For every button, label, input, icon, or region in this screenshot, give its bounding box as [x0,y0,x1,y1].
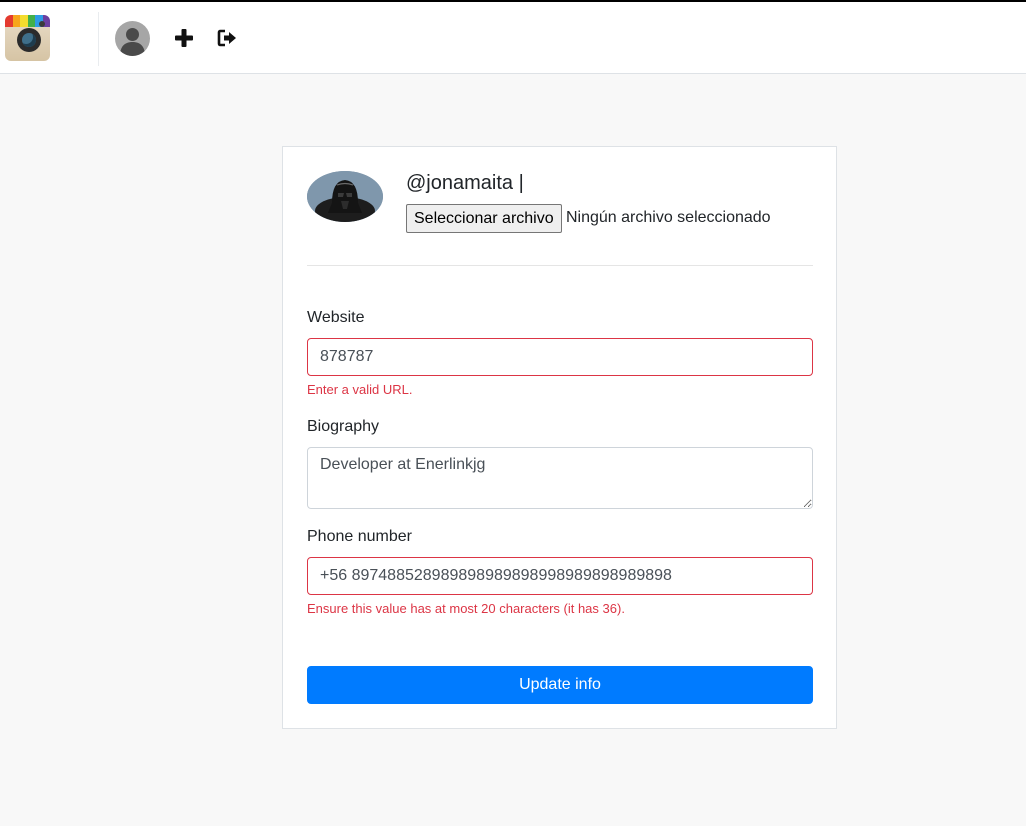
biography-label: Biography [307,418,380,435]
navbar-divider [98,12,99,66]
choose-file-button[interactable]: Seleccionar archivo [406,204,562,233]
instagram-camera-logo-icon[interactable] [5,15,50,61]
top-navbar [0,0,1026,74]
plus-icon[interactable] [173,27,195,49]
sign-out-icon[interactable] [216,27,238,49]
website-label: Website [307,309,365,326]
phone-number-input[interactable] [307,557,813,595]
logo-lens [22,33,36,47]
section-divider [307,265,813,266]
phone-number-label: Phone number [307,528,412,545]
website-error: Enter a valid URL. [307,382,413,397]
biography-textarea[interactable]: Developer at Enerlinkjg [307,447,813,509]
darth-vader-avatar-icon[interactable] [307,171,383,222]
website-input[interactable] [307,338,813,376]
update-info-button[interactable]: Update info [307,666,813,704]
phone-number-error: Ensure this value has at most 20 charact… [307,601,625,616]
profile-username: @jonamaita | [406,172,524,194]
edit-profile-card: @jonamaita | Seleccionar archivo Ningún … [282,146,837,729]
file-status-text: Ningún archivo seleccionado [566,209,771,226]
logo-flash [39,21,45,27]
user-avatar-icon[interactable] [115,21,150,56]
